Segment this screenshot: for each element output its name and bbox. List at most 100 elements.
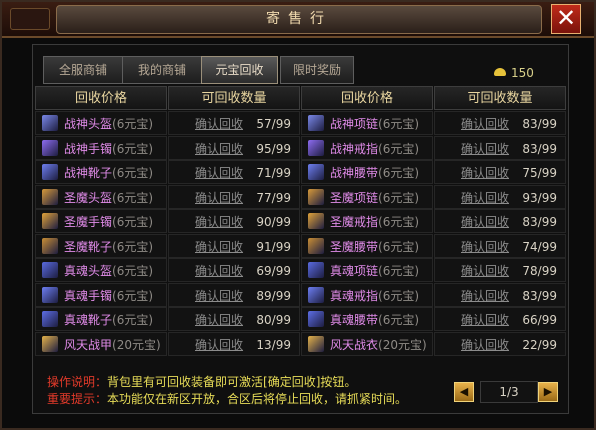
count-cell: 确认回收 69/99 (168, 258, 300, 282)
recycle-count: 80/99 (256, 313, 291, 327)
item-price-note: (6元宝) (378, 166, 420, 180)
item-price-note: (6元宝) (378, 313, 420, 327)
item-price-note: (6元宝) (112, 166, 154, 180)
item-name-text: 战神腰带 (330, 166, 379, 180)
consignment-window: 寄售行 ✕ 全服商铺 我的商铺 元宝回收 限时奖励 150 回收价格 可回收数量… (0, 0, 596, 430)
item-name-text: 真魂头盔 (64, 264, 113, 278)
count-cell: 确认回收 75/99 (434, 160, 566, 184)
item-name-text: 真魂腰带 (330, 313, 379, 327)
count-cell: 确认回收 89/99 (168, 282, 300, 308)
next-arrow-icon: ▶ (543, 385, 553, 398)
item-price-note: (6元宝) (112, 215, 154, 229)
close-button[interactable]: ✕ (551, 4, 581, 34)
title-bar: 寄售行 ✕ (2, 2, 594, 38)
item-name-text: 圣魔靴子 (64, 239, 113, 254)
item-price-note: (6元宝) (112, 117, 154, 131)
equipment-icon (308, 139, 324, 156)
count-cell: 确认回收 83/99 (434, 282, 566, 308)
item-name: 圣魔头盔(6元宝) (64, 186, 153, 210)
confirm-recycle-button[interactable]: 确认回收 (461, 284, 509, 308)
prev-page-button[interactable]: ◀ (454, 382, 474, 402)
recycle-count: 93/99 (522, 190, 557, 205)
item-name-text: 风天战衣 (330, 337, 379, 352)
recycle-count: 66/99 (522, 313, 557, 327)
confirm-recycle-button[interactable]: 确认回收 (195, 259, 243, 283)
item-name: 战神靴子(6元宝) (64, 161, 153, 185)
equipment-icon (42, 311, 58, 327)
recycle-count: 74/99 (522, 239, 557, 254)
recycle-count: 83/99 (522, 288, 557, 303)
item-cell: 真魂戒指(6元宝) (301, 282, 433, 307)
confirm-recycle-button[interactable]: 确认回收 (195, 333, 243, 357)
confirm-recycle-button[interactable]: 确认回收 (195, 284, 243, 308)
notes-block: 操作说明：背包里有可回收装备即可激活[确定回收]按钮。 重要提示：本功能仅在新区… (47, 374, 407, 408)
item-name-text: 真魂靴子 (64, 313, 113, 327)
equipment-icon (308, 262, 324, 278)
window-title: 寄售行 (56, 5, 542, 34)
confirm-recycle-button[interactable]: 确认回收 (195, 112, 243, 136)
confirm-recycle-button[interactable]: 确认回收 (461, 210, 509, 234)
item-price-note: (6元宝) (378, 288, 420, 303)
confirm-recycle-button[interactable]: 确认回收 (195, 137, 243, 161)
item-cell: 圣魔手镯(6元宝) (35, 209, 167, 233)
tab-my-shop[interactable]: 我的商铺 (122, 56, 202, 84)
currency-value: 150 (511, 66, 534, 80)
item-name: 战神腰带(6元宝) (330, 161, 419, 185)
item-price-note: (6元宝) (112, 141, 154, 156)
tab-gold-recycle[interactable]: 元宝回收 (201, 56, 278, 84)
item-name: 圣魔戒指(6元宝) (330, 210, 419, 234)
item-name-text: 战神靴子 (64, 166, 113, 180)
equipment-icon (42, 164, 58, 180)
confirm-recycle-button[interactable]: 确认回收 (461, 112, 509, 136)
item-name-text: 圣魔腰带 (330, 239, 379, 254)
item-cell: 战神头盔(6元宝) (35, 111, 167, 135)
confirm-recycle-button[interactable]: 确认回收 (461, 186, 509, 210)
item-cell: 圣魔戒指(6元宝) (301, 209, 433, 233)
item-name-text: 风天战甲 (64, 337, 113, 352)
recycle-count: 78/99 (522, 264, 557, 278)
confirm-recycle-button[interactable]: 确认回收 (461, 333, 509, 357)
confirm-recycle-button[interactable]: 确认回收 (461, 235, 509, 259)
equipment-icon (308, 335, 324, 352)
confirm-recycle-button[interactable]: 确认回收 (461, 259, 509, 283)
item-name: 圣魔靴子(6元宝) (64, 235, 153, 259)
header-count-right: 可回收数量 (434, 86, 566, 110)
item-name-text: 真魂手镯 (64, 288, 113, 303)
recycle-count: 83/99 (522, 141, 557, 156)
header-price-right: 回收价格 (301, 86, 433, 110)
equipment-icon (42, 335, 58, 352)
close-icon: ✕ (555, 4, 577, 32)
item-price-note: (6元宝) (378, 215, 420, 229)
item-name: 真魂手镯(6元宝) (64, 284, 153, 308)
header-count-left: 可回收数量 (168, 86, 300, 110)
confirm-recycle-button[interactable]: 确认回收 (461, 161, 509, 185)
confirm-recycle-button[interactable]: 确认回收 (461, 308, 509, 332)
confirm-recycle-button[interactable]: 确认回收 (195, 210, 243, 234)
recycle-count: 77/99 (256, 190, 291, 205)
equipment-icon (308, 115, 324, 131)
equipment-icon (308, 286, 324, 303)
item-name: 战神戒指(6元宝) (330, 137, 419, 161)
count-cell: 确认回收 13/99 (168, 331, 300, 357)
count-cell: 确认回收 83/99 (434, 209, 566, 233)
confirm-recycle-button[interactable]: 确认回收 (195, 308, 243, 332)
item-price-note: (6元宝) (378, 190, 420, 205)
equipment-icon (42, 188, 58, 205)
tab-all-shops[interactable]: 全服商铺 (43, 56, 123, 84)
item-name: 真魂头盔(6元宝) (64, 259, 153, 283)
tab-limited-reward[interactable]: 限时奖励 (280, 56, 354, 84)
equipment-icon (308, 237, 324, 254)
confirm-recycle-button[interactable]: 确认回收 (195, 186, 243, 210)
recycle-count: 83/99 (522, 117, 557, 131)
confirm-recycle-button[interactable]: 确认回收 (461, 137, 509, 161)
confirm-recycle-button[interactable]: 确认回收 (195, 235, 243, 259)
item-cell: 圣魔腰带(6元宝) (301, 233, 433, 258)
next-page-button[interactable]: ▶ (538, 382, 558, 402)
equipment-icon (42, 237, 58, 254)
item-price-note: (6元宝) (378, 141, 420, 156)
confirm-recycle-button[interactable]: 确认回收 (195, 161, 243, 185)
item-price-note: (6元宝) (378, 264, 420, 278)
item-name-text: 战神戒指 (330, 141, 379, 156)
count-cell: 确认回收 22/99 (434, 331, 566, 357)
equipment-icon (42, 115, 58, 131)
